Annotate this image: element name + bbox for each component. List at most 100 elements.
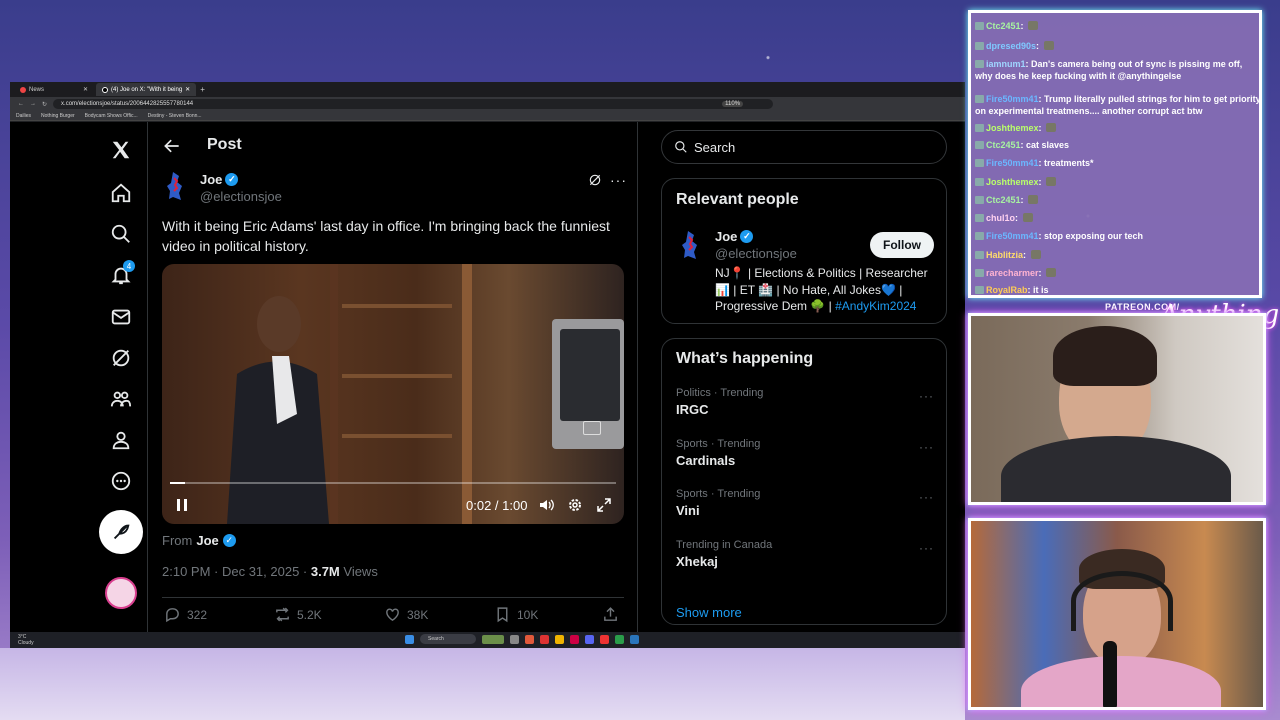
app-icon[interactable] — [540, 634, 549, 644]
chat-username[interactable]: Fire50mm41 — [986, 158, 1039, 168]
trend-context: Sports · Trending — [676, 438, 761, 450]
back-arrow-icon[interactable] — [162, 136, 182, 156]
bookmark-item[interactable]: Bodycam Shows Offic... — [85, 113, 138, 119]
volume-icon[interactable] — [538, 497, 554, 513]
relevant-person-name[interactable]: Joe ✓ — [715, 229, 754, 244]
trend-item[interactable]: Sports · Trending Vini ··· — [676, 488, 934, 518]
grok-icon[interactable] — [101, 338, 141, 378]
search-input[interactable]: Search — [661, 130, 947, 164]
messages-icon[interactable] — [101, 297, 141, 337]
task-view-icon[interactable] — [510, 634, 519, 644]
chat-username[interactable]: dpresed90s — [986, 41, 1036, 51]
reload-icon[interactable]: ↻ — [42, 101, 47, 108]
pause-icon[interactable] — [176, 498, 188, 512]
chat-username[interactable]: Joshthemex — [986, 123, 1039, 133]
chat-username[interactable]: Fire50mm41 — [986, 94, 1039, 104]
chrome-icon[interactable] — [615, 634, 624, 644]
post-timestamp[interactable]: 2:10 PM · Dec 31, 2025 · — [162, 564, 311, 579]
bookmark-button[interactable]: 10K — [494, 606, 538, 623]
tab-news[interactable]: News ✕ — [14, 83, 94, 96]
bookmark-item[interactable]: Nothing Burger — [41, 113, 75, 119]
chat-username[interactable]: chul1o — [986, 213, 1015, 223]
author-name[interactable]: Joe ✓ — [200, 172, 239, 187]
discord-icon[interactable] — [585, 634, 594, 644]
trend-item[interactable]: Trending in Canada Xhekaj ··· — [676, 539, 934, 569]
forward-nav-icon[interactable]: → — [30, 101, 36, 107]
fullscreen-icon[interactable] — [596, 497, 612, 513]
trend-name: Vini — [676, 503, 700, 518]
post-more-icon[interactable]: ··· — [610, 172, 627, 188]
account-avatar[interactable] — [105, 577, 137, 609]
bookmark-item[interactable]: Dailies — [16, 113, 31, 119]
home-icon[interactable] — [101, 173, 141, 213]
url-bar[interactable]: x.com/electionsjoe/status/20064428255577… — [53, 99, 774, 109]
app-icon[interactable] — [600, 634, 609, 644]
taskbar-search[interactable]: Search — [420, 634, 476, 644]
relevant-person-avatar[interactable] — [678, 229, 702, 261]
repost-icon — [276, 607, 289, 622]
bio-hashtag-link[interactable]: #AndyKim2024 — [835, 299, 916, 313]
notifications-icon[interactable]: 4 — [101, 255, 141, 295]
chat-username[interactable]: iamnum1 — [986, 59, 1026, 69]
trend-more-icon[interactable]: ··· — [919, 440, 934, 454]
picture-in-picture-icon[interactable] — [583, 421, 601, 435]
weather-desc: Cloudy — [18, 640, 34, 646]
back-nav-icon[interactable]: ← — [18, 101, 24, 107]
profile-icon[interactable] — [101, 420, 141, 460]
show-more-link[interactable]: Show more — [676, 605, 742, 620]
chat-username[interactable]: rarecharmer — [986, 268, 1039, 278]
repost-button[interactable]: 5.2K — [274, 606, 322, 623]
trend-item[interactable]: Sports · Trending Cardinals ··· — [676, 438, 934, 468]
follow-button[interactable]: Follow — [870, 232, 934, 258]
badge-icon — [975, 22, 984, 30]
trend-more-icon[interactable]: ··· — [919, 490, 934, 504]
x-favicon-icon — [102, 86, 108, 93]
close-tab-icon[interactable]: ✕ — [83, 86, 88, 93]
video-player[interactable]: 0:02 / 1:00 — [162, 264, 624, 524]
settings-gear-icon[interactable] — [567, 497, 583, 513]
chat-message: Fire50mm41: Trump literally pulled strin… — [975, 93, 1261, 117]
grok-explain-icon[interactable] — [588, 173, 602, 187]
author-handle[interactable]: @electionsjoe — [200, 189, 282, 204]
chat-username[interactable]: Ctc2451 — [986, 21, 1021, 31]
widgets-icon[interactable] — [482, 634, 504, 644]
video-progress-bar[interactable] — [170, 482, 616, 484]
zoom-badge[interactable]: 110% — [722, 101, 744, 107]
microphone — [1103, 641, 1117, 707]
chat-username[interactable]: Fire50mm41 — [986, 231, 1039, 241]
close-tab-icon[interactable]: ✕ — [185, 86, 190, 93]
x-logo-icon[interactable] — [101, 130, 141, 170]
trend-item[interactable]: Politics · Trending IRGC ··· — [676, 387, 934, 417]
share-button[interactable] — [602, 606, 619, 623]
shelf — [342, 374, 452, 378]
chat-message: iamnum1: Dan's camera being out of sync … — [975, 58, 1261, 82]
whats-happening-title: What’s happening — [676, 350, 814, 367]
chat-text: stop exposing our tech — [1044, 231, 1144, 241]
compose-post-button[interactable] — [99, 510, 143, 554]
like-button[interactable]: 38K — [384, 606, 428, 623]
steam-icon[interactable] — [630, 634, 639, 644]
tab-post[interactable]: (4) Joe on X: "With it being ✕ — [96, 83, 197, 96]
from-name[interactable]: Joe — [196, 533, 218, 548]
start-icon[interactable] — [405, 634, 414, 644]
reply-button[interactable]: 322 — [164, 606, 207, 623]
chat-username[interactable]: Hablitzia — [986, 250, 1023, 260]
more-options-icon[interactable] — [101, 461, 141, 501]
explore-icon[interactable] — [101, 214, 141, 254]
folder-icon[interactable] — [555, 634, 564, 644]
bookmark-item[interactable]: Destiny - Steven Bonn... — [148, 113, 202, 119]
streamer-shirt — [1021, 656, 1221, 707]
author-avatar[interactable] — [164, 170, 186, 202]
relevant-person-handle[interactable]: @electionsjoe — [715, 246, 797, 261]
weather-widget[interactable]: 3°C Cloudy — [18, 634, 34, 646]
new-tab-icon[interactable]: + — [200, 85, 205, 94]
communities-icon[interactable] — [101, 379, 141, 419]
chat-username[interactable]: Ctc2451 — [986, 195, 1021, 205]
browser-app-icon[interactable] — [525, 634, 534, 644]
trend-more-icon[interactable]: ··· — [919, 541, 934, 555]
trend-more-icon[interactable]: ··· — [919, 389, 934, 403]
chat-username[interactable]: Ctc2451 — [986, 140, 1021, 150]
chat-username[interactable]: RoyalRab — [986, 285, 1028, 295]
chat-username[interactable]: Joshthemex — [986, 177, 1039, 187]
app-icon[interactable] — [570, 634, 579, 644]
